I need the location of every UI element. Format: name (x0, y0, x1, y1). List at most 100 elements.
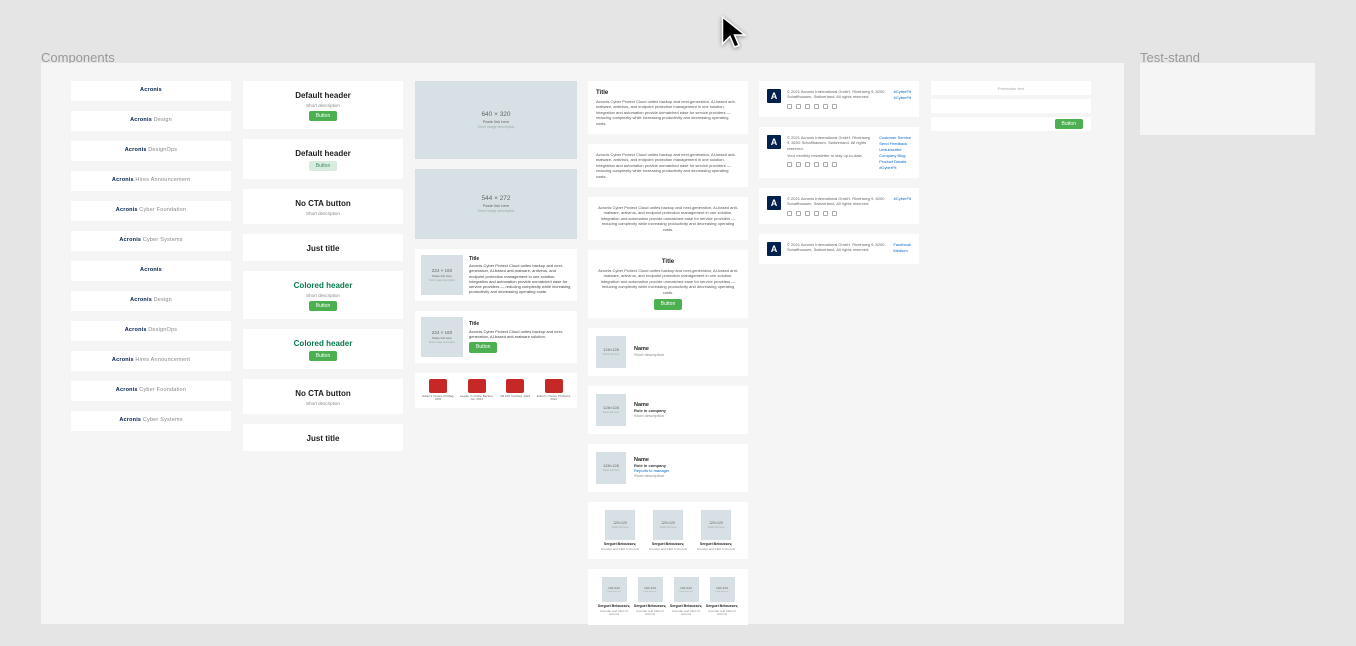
header-card-desc: Short description (306, 103, 340, 108)
footer-link[interactable]: Facebook (893, 242, 911, 247)
social-icon[interactable] (787, 104, 792, 109)
avatar: 120×120Paste link here (602, 577, 627, 602)
logo-icon: A (767, 196, 781, 210)
footer-link[interactable]: #CyberFit (894, 95, 911, 100)
form-button[interactable]: Button (1055, 119, 1083, 129)
media-col: 640 × 320 Paste link here Short image de… (415, 81, 577, 408)
acronis-item[interactable]: Acronis Cyber Systems (71, 231, 231, 251)
acronis-item[interactable]: Acronis DesignOps (71, 321, 231, 341)
placeholder-224x160: 224 × 160 Paste link here Short image de… (421, 255, 463, 295)
footer-link[interactable]: Customer Service (879, 135, 911, 140)
media-item-text: Title Acronis Cyber Protect Cloud unites… (469, 256, 571, 295)
avatar-dim: 120×120 (608, 586, 620, 590)
person-info: Name Role in company Reports to manager … (634, 457, 669, 478)
cursor-icon (718, 14, 754, 50)
placeholder-dim: 224 × 160 (432, 268, 452, 273)
acronis-item[interactable]: Acronis Design (71, 111, 231, 131)
footer-col: A © 2021 Acronis International GmbH. Rhe… (759, 81, 919, 264)
social-icon[interactable] (823, 104, 828, 109)
footer-card-1: A © 2021 Acronis International GmbH. Rhe… (759, 81, 919, 117)
social-icon[interactable] (805, 104, 810, 109)
footer-link[interactable]: Product Details (879, 159, 911, 164)
footer-card-2: A © 2021 Acronis International GmbH. Rhe… (759, 127, 919, 178)
preheader-input[interactable]: Preheader text (931, 81, 1091, 95)
avatar-dim: 128×128 (603, 463, 619, 468)
placeholder-640x320[interactable]: 640 × 320 Paste link here Short image de… (415, 81, 577, 159)
acronis-item[interactable]: Acronis (71, 81, 231, 101)
social-icon[interactable] (796, 211, 801, 216)
social-icon[interactable] (805, 211, 810, 216)
acronis-item[interactable]: Acronis Cyber Systems (71, 411, 231, 431)
placeholder-544x272[interactable]: 544 × 272 Paste link here Short image de… (415, 169, 577, 239)
media-item-title: Title (469, 321, 571, 328)
footer-link[interactable]: #CyberFit (879, 165, 911, 170)
avatar: 120×120Paste link here (710, 577, 735, 602)
grid-person-role: Founder and CEO of Acronis (632, 610, 668, 617)
grid-person-name: Serguei Beloussov, (634, 604, 666, 608)
media-item-1[interactable]: 224 × 160 Paste link here Short image de… (415, 249, 577, 301)
media-item-text: Title Acronis Cyber Protect Cloud unites… (469, 321, 571, 352)
header-card: Just title (243, 424, 403, 451)
text-block-1: Title Acronis Cyber Protect Cloud unites… (588, 81, 748, 134)
footer-links: Facebook Medium (893, 242, 911, 256)
footer-link[interactable]: Medium (893, 248, 911, 253)
placeholder-dim: 224 × 160 (432, 330, 452, 335)
header-card-button[interactable]: Button (309, 301, 337, 311)
placeholder-sub: Short image description (429, 341, 455, 344)
award-label: VB 100 Certified, 2021 (500, 395, 530, 398)
avatar: 120×120Paste link here (653, 510, 683, 540)
acronis-item[interactable]: Acronis Cyber Foundation (71, 201, 231, 221)
media-item-2[interactable]: 224 × 160 Paste link here Short image de… (415, 311, 577, 363)
acronis-item[interactable]: Acronis Hires Announcement (71, 171, 231, 191)
text-block-button[interactable]: Button (654, 299, 682, 310)
footer-card-4: A © 2021 Acronis International GmbH. Rhe… (759, 234, 919, 264)
person-desc: Short description (634, 413, 666, 418)
social-icon[interactable] (787, 162, 792, 167)
text-block-body: Acronis Cyber Protect Cloud unites backu… (596, 99, 740, 126)
award-1: Editor's Choice PCMag, 2021 (419, 379, 458, 402)
acronis-item[interactable]: Acronis DesignOps (71, 141, 231, 161)
form-col: Preheader text Button (931, 81, 1091, 131)
header-card-desc: Short description (306, 293, 340, 298)
form-button-row: Button (931, 117, 1091, 131)
footer-link[interactable]: Send Feedback (879, 141, 911, 146)
footer-link[interactable]: Unsubscribe (879, 147, 911, 152)
social-icon[interactable] (805, 162, 810, 167)
social-icons (787, 162, 873, 167)
social-icon[interactable] (832, 211, 837, 216)
social-icon[interactable] (832, 162, 837, 167)
avatar-dim: 120×120 (709, 521, 723, 525)
social-icon[interactable] (796, 104, 801, 109)
social-icon[interactable] (787, 211, 792, 216)
acronis-item[interactable]: Acronis Design (71, 291, 231, 311)
header-card-title: No CTA button (295, 389, 351, 398)
social-icon[interactable] (832, 104, 837, 109)
footer-copy: © 2021 Acronis International GmbH. Rhein… (787, 89, 888, 109)
avatar-dim: 120×120 (613, 521, 627, 525)
logo-icon: A (767, 242, 781, 256)
form-input-empty[interactable] (931, 99, 1091, 113)
footer-link[interactable]: Company Blog (879, 153, 911, 158)
social-icon[interactable] (814, 104, 819, 109)
avatar-sub: Paste link here (715, 591, 728, 593)
header-card-button[interactable]: Button (309, 161, 337, 171)
footer-link[interactable]: #CyberFit (894, 89, 911, 94)
header-card-button[interactable]: Button (309, 351, 337, 361)
footer-copy: © 2021 Acronis International GmbH. Rhein… (787, 135, 873, 170)
acronis-item[interactable]: Acronis Cyber Foundation (71, 381, 231, 401)
acronis-item[interactable]: Acronis Hires Announcement (71, 351, 231, 371)
award-icon (506, 379, 524, 393)
components-canvas: Acronis Acronis Design Acronis DesignOps A… (41, 63, 1124, 624)
acronis-item[interactable]: Acronis (71, 261, 231, 281)
header-card-button[interactable]: Button (309, 111, 337, 121)
header-card-title: Just title (307, 244, 340, 253)
social-icon[interactable] (823, 211, 828, 216)
social-icon[interactable] (814, 211, 819, 216)
social-icon[interactable] (823, 162, 828, 167)
footer-link[interactable]: #CyberFit (894, 196, 911, 201)
media-item-button[interactable]: Button (469, 342, 497, 353)
social-icon[interactable] (814, 162, 819, 167)
social-icon[interactable] (796, 162, 801, 167)
footer-copy: © 2021 Acronis International GmbH. Rhein… (787, 196, 888, 216)
header-card: No CTA buttonShort description (243, 189, 403, 224)
